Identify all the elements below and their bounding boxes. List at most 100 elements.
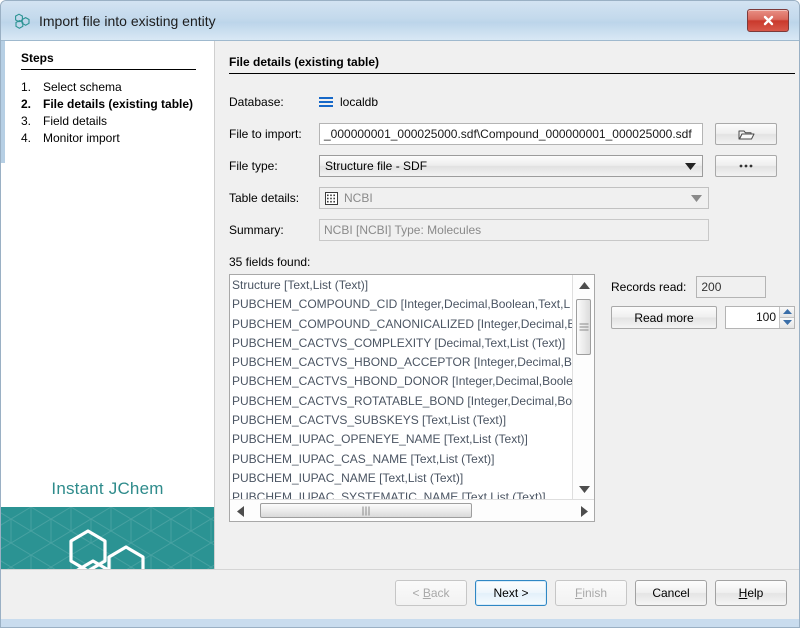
step-number: 4. xyxy=(21,130,43,146)
list-item[interactable]: PUBCHEM_IUPAC_NAME [Text,List (Text)] xyxy=(232,469,572,488)
list-item[interactable]: PUBCHEM_CACTVS_HBOND_ACCEPTOR [Integer,D… xyxy=(232,353,572,372)
window-titlebar: Import file into existing entity xyxy=(1,1,799,41)
finish-button[interactable]: Finish xyxy=(555,580,627,606)
steps-heading: Steps xyxy=(21,51,54,65)
help-button[interactable]: Help xyxy=(715,580,787,606)
brand-panel xyxy=(1,507,214,570)
main-panel: File details (existing table) Database: … xyxy=(215,41,800,570)
fields-vertical-scrollbar[interactable] xyxy=(572,275,594,499)
close-icon xyxy=(762,14,775,27)
window-title: Import file into existing entity xyxy=(39,13,216,29)
step-label: Monitor import xyxy=(43,130,120,146)
steps-heading-rule xyxy=(21,69,196,70)
step-item-2[interactable]: 2. File details (existing table) xyxy=(21,96,199,112)
step-item-4[interactable]: 4. Monitor import xyxy=(21,130,199,146)
fields-listbox[interactable]: Structure [Text,List (Text)] PUBCHEM_COM… xyxy=(229,274,595,522)
list-item[interactable]: PUBCHEM_COMPOUND_CANONICALIZED [Integer,… xyxy=(232,315,572,334)
jchem-hexagon-icon xyxy=(13,12,31,30)
list-item[interactable]: PUBCHEM_IUPAC_CAS_NAME [Text,List (Text)… xyxy=(232,450,572,469)
read-more-button[interactable]: Read more xyxy=(611,306,717,329)
records-panel: Records read: 200 Read more 100 xyxy=(611,274,795,329)
list-item[interactable]: PUBCHEM_CACTVS_ROTATABLE_BOND [Integer,D… xyxy=(232,392,572,411)
summary-value: NCBI [NCBI] Type: Molecules xyxy=(319,219,709,241)
caret-down-icon xyxy=(783,320,792,325)
list-item[interactable]: PUBCHEM_CACTVS_SUBSKEYS [Text,List (Text… xyxy=(232,411,572,430)
summary-label: Summary: xyxy=(229,223,319,237)
file-to-import-label: File to import: xyxy=(229,127,319,141)
database-value-group[interactable]: localdb xyxy=(319,95,378,109)
file-type-value: Structure file - SDF xyxy=(325,159,427,173)
caret-right-icon xyxy=(581,506,588,517)
wizard-button-bar: < Back Next > Finish Cancel Help xyxy=(395,580,787,606)
page-title-rule xyxy=(229,73,795,74)
list-item[interactable]: PUBCHEM_CACTVS_COMPLEXITY [Decimal,Text,… xyxy=(232,334,572,353)
row-file-type: File type: Structure file - SDF xyxy=(229,155,795,177)
step-label: Select schema xyxy=(43,79,122,95)
chevron-down-icon xyxy=(691,191,702,205)
read-count-value[interactable]: 100 xyxy=(726,307,779,328)
list-item[interactable]: PUBCHEM_IUPAC_OPENEYE_NAME [Text,List (T… xyxy=(232,430,572,449)
brand-name: Instant JChem xyxy=(1,479,214,499)
step-number: 1. xyxy=(21,79,43,95)
jchem-logo-icon xyxy=(64,527,152,570)
close-window-button[interactable] xyxy=(747,9,789,32)
caret-left-icon xyxy=(237,506,244,517)
fields-and-records-area: Structure [Text,List (Text)] PUBCHEM_COM… xyxy=(229,274,795,522)
caret-up-icon xyxy=(783,309,792,314)
grip-icon xyxy=(579,323,589,331)
table-details-value: NCBI xyxy=(344,191,373,205)
list-item[interactable]: Structure [Text,List (Text)] xyxy=(232,276,572,295)
table-details-label: Table details: xyxy=(229,191,319,205)
step-number: 3. xyxy=(21,113,43,129)
step-item-1[interactable]: 1. Select schema xyxy=(21,79,199,95)
sidebar-accent-bar xyxy=(1,41,5,163)
file-type-select[interactable]: Structure file - SDF xyxy=(319,155,703,177)
row-database: Database: localdb xyxy=(229,91,795,113)
step-item-3[interactable]: 3. Field details xyxy=(21,113,199,129)
stepper-buttons xyxy=(779,307,794,328)
scroll-left-button[interactable] xyxy=(230,500,250,522)
table-details-select[interactable]: NCBI xyxy=(319,187,709,209)
fields-list-items: Structure [Text,List (Text)] PUBCHEM_COM… xyxy=(230,275,572,499)
import-wizard-window: Import file into existing entity Steps 1… xyxy=(0,0,800,628)
list-item[interactable]: PUBCHEM_CACTVS_HBOND_DONOR [Integer,Deci… xyxy=(232,372,572,391)
read-count-stepper[interactable]: 100 xyxy=(725,306,795,329)
next-button[interactable]: Next > xyxy=(475,580,547,606)
stepper-down-button[interactable] xyxy=(780,318,794,329)
vertical-scroll-thumb[interactable] xyxy=(576,299,591,355)
wizard-body: Steps 1. Select schema 2. File details (… xyxy=(1,41,799,570)
step-label: File details (existing table) xyxy=(43,96,193,112)
ellipsis-icon xyxy=(737,163,755,169)
steps-list: 1. Select schema 2. File details (existi… xyxy=(21,79,199,147)
footer-accent-strip xyxy=(1,619,799,627)
caret-up-icon xyxy=(579,282,590,289)
file-to-import-input[interactable]: _000000001_000025000.sdf\Compound_000000… xyxy=(319,123,703,145)
scroll-down-button[interactable] xyxy=(573,479,595,499)
page-title: File details (existing table) xyxy=(229,55,795,73)
cancel-button[interactable]: Cancel xyxy=(635,580,707,606)
fields-horizontal-scrollbar[interactable] xyxy=(230,499,594,521)
grip-icon xyxy=(362,506,370,516)
records-read-row: Records read: 200 xyxy=(611,276,795,298)
scroll-up-button[interactable] xyxy=(573,275,595,295)
wizard-steps-sidebar: Steps 1. Select schema 2. File details (… xyxy=(1,41,215,570)
browse-file-button[interactable] xyxy=(715,123,777,145)
file-type-label: File type: xyxy=(229,159,319,173)
step-number: 2. xyxy=(21,96,43,112)
scroll-right-button[interactable] xyxy=(574,500,594,522)
file-type-more-button[interactable] xyxy=(715,155,777,177)
database-label: Database: xyxy=(229,95,319,109)
row-file-to-import: File to import: _000000001_000025000.sdf… xyxy=(229,123,795,145)
stepper-up-button[interactable] xyxy=(780,307,794,318)
back-button[interactable]: < Back xyxy=(395,580,467,606)
list-item[interactable]: PUBCHEM_COMPOUND_CID [Integer,Decimal,Bo… xyxy=(232,295,572,314)
read-more-row: Read more 100 xyxy=(611,306,795,329)
records-read-value: 200 xyxy=(696,276,766,298)
wizard-footer: < Back Next > Finish Cancel Help xyxy=(1,569,799,627)
row-table-details: Table details: NCBI xyxy=(229,187,795,209)
row-summary: Summary: NCBI [NCBI] Type: Molecules xyxy=(229,219,795,241)
horizontal-scroll-thumb[interactable] xyxy=(260,503,472,518)
list-item[interactable]: PUBCHEM_IUPAC_SYSTEMATIC_NAME [Text,List… xyxy=(232,488,572,499)
folder-open-icon xyxy=(738,128,755,141)
database-lines-icon xyxy=(319,96,333,108)
